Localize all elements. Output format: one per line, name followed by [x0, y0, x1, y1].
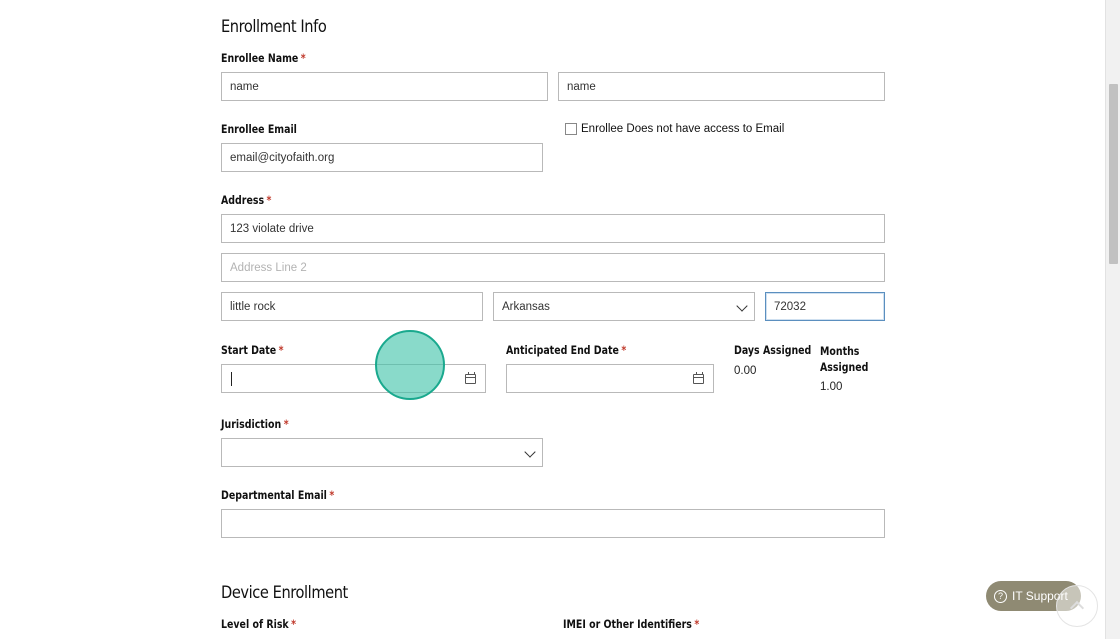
start-date-input[interactable]	[221, 364, 486, 393]
required-mark: *	[621, 343, 627, 357]
state-select[interactable]: Arkansas	[493, 292, 755, 321]
end-date-input[interactable]	[506, 364, 714, 393]
scroll-to-top-button[interactable]	[1056, 585, 1098, 627]
scrollbar-thumb[interactable]	[1109, 84, 1118, 264]
imei-label: IMEI or Other Identifiers *	[563, 617, 700, 631]
chevron-up-icon	[1069, 600, 1085, 616]
enrollee-name-label: Enrollee Name *	[221, 51, 306, 65]
start-date-label: Start Date *	[221, 343, 284, 357]
enrollment-section-title: Enrollment Info	[221, 17, 327, 37]
jurisdiction-label: Jurisdiction *	[221, 417, 289, 431]
required-mark: *	[266, 193, 272, 207]
state-select-value: Arkansas	[502, 300, 550, 313]
address-line1-input[interactable]: 123 violate drive	[221, 214, 885, 243]
calendar-icon[interactable]	[465, 372, 476, 384]
question-circle-icon: ?	[994, 589, 1007, 603]
first-name-input[interactable]: name	[221, 72, 548, 101]
enrollee-email-label: Enrollee Email	[221, 122, 297, 136]
required-mark: *	[300, 51, 306, 65]
days-assigned-label: Days Assigned	[734, 343, 812, 357]
device-section-title: Device Enrollment	[221, 583, 348, 603]
required-mark: *	[283, 417, 289, 431]
text-cursor	[231, 372, 232, 386]
level-of-risk-label: Level of Risk *	[221, 617, 297, 631]
no-email-checkbox[interactable]	[565, 123, 577, 135]
address-label: Address *	[221, 193, 272, 207]
required-mark: *	[278, 343, 284, 357]
zip-input[interactable]: 72032	[765, 292, 885, 321]
enrollee-email-input[interactable]: email@cityofaith.org	[221, 143, 543, 172]
calendar-icon[interactable]	[693, 372, 704, 384]
city-input[interactable]: little rock	[221, 292, 483, 321]
no-email-checkbox-label: Enrollee Does not have access to Email	[581, 123, 785, 135]
months-assigned-value: 1.00	[820, 381, 843, 393]
chevron-down-icon	[736, 300, 748, 312]
departmental-email-input[interactable]	[221, 509, 885, 538]
departmental-email-label: Departmental Email *	[221, 488, 335, 502]
required-mark: *	[291, 617, 297, 631]
end-date-label: Anticipated End Date *	[506, 343, 627, 357]
page-scrollbar[interactable]	[1105, 0, 1120, 639]
jurisdiction-select[interactable]	[221, 438, 543, 467]
required-mark: *	[694, 617, 700, 631]
required-mark: *	[329, 488, 335, 502]
address-line2-input[interactable]: Address Line 2	[221, 253, 885, 282]
months-assigned-label: Months Assigned	[820, 344, 869, 374]
last-name-input[interactable]: name	[558, 72, 885, 101]
touch-indicator	[375, 330, 445, 400]
days-assigned-value: 0.00	[734, 365, 757, 377]
chevron-down-icon	[524, 446, 536, 458]
